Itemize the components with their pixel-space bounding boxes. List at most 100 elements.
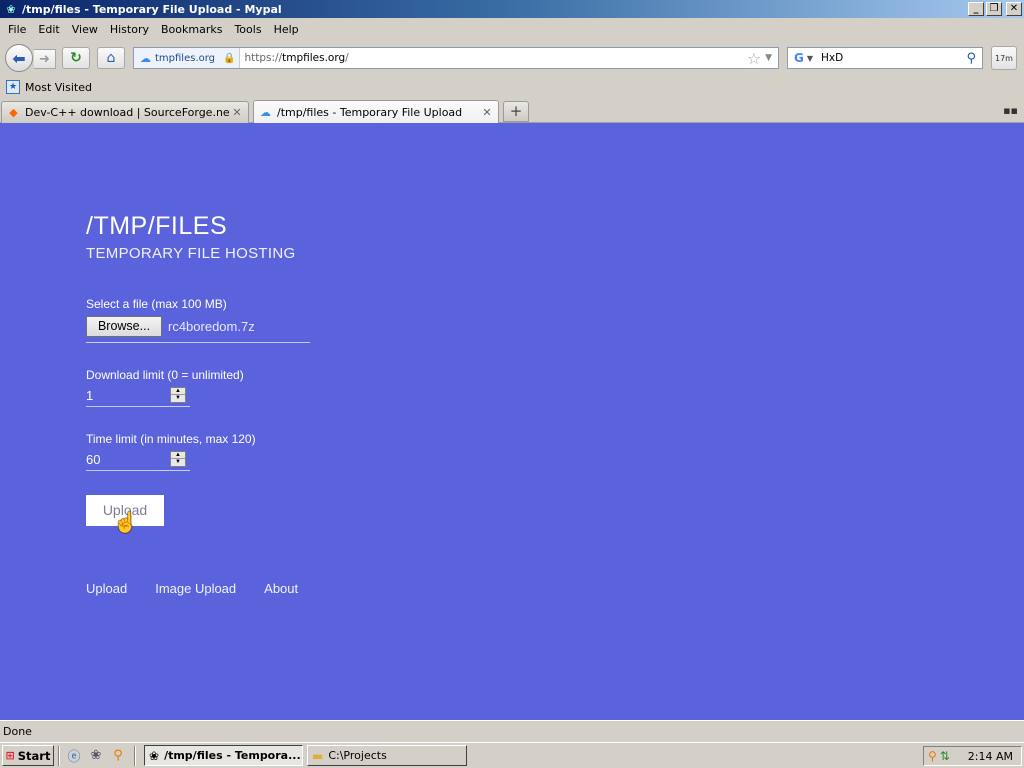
menu-view[interactable]: View xyxy=(66,23,104,36)
search-bar[interactable]: G ▼ HxD ⚲ xyxy=(787,47,983,69)
window-titlebar: ❀ /tmp/files - Temporary File Upload - M… xyxy=(0,0,1024,18)
footer-link-about[interactable]: About xyxy=(264,581,298,596)
folder-icon: ▬ xyxy=(312,748,324,763)
forward-button[interactable]: ➜ xyxy=(34,49,56,69)
reload-icon: ↻ xyxy=(70,50,82,66)
url-scheme: https:// xyxy=(244,52,283,64)
minimize-button[interactable]: _ xyxy=(968,2,984,16)
window-controls: _ ❐ ✕ xyxy=(968,2,1022,16)
page-content: /TMP/FILES TEMPORARY FILE HOSTING Select… xyxy=(0,123,1024,720)
hand-cursor-icon: ☝ xyxy=(113,512,138,534)
menu-help[interactable]: Help xyxy=(268,23,305,36)
browse-button[interactable]: Browse... xyxy=(86,316,162,337)
close-button[interactable]: ✕ xyxy=(1006,2,1022,16)
url-path: / xyxy=(345,52,349,64)
mypal-task-icon: ❀ xyxy=(149,748,160,763)
site-identity-button[interactable]: ☁ tmpfiles.org 🔒 xyxy=(134,48,241,68)
tab-list-icon[interactable]: ▪▪ xyxy=(1003,104,1018,117)
magnifier-quicklaunch-icon[interactable]: ⚲ xyxy=(108,746,128,766)
back-button[interactable]: ⬅ xyxy=(5,44,33,72)
download-limit-input[interactable]: 1 ▲ ▼ xyxy=(86,385,190,407)
tab-strip: ◆ Dev-C++ download | SourceForge.net ✕ ☁… xyxy=(0,99,1024,123)
bookmarks-toolbar: ★ Most Visited xyxy=(0,77,1024,97)
plus-icon: + xyxy=(509,102,523,120)
footer-link-upload[interactable]: Upload xyxy=(86,581,127,596)
mypal-app-icon: ❀ xyxy=(6,2,16,16)
navigation-toolbar: ➜ ⬅ ↻ ⌂ ☁ tmpfiles.org 🔒 https://tmpfile… xyxy=(0,40,1024,76)
file-label: Select a file (max 100 MB) xyxy=(86,297,227,311)
menu-edit[interactable]: Edit xyxy=(32,23,65,36)
start-label: Start xyxy=(17,748,51,763)
tab-close-icon[interactable]: ✕ xyxy=(230,106,244,119)
most-visited-icon: ★ xyxy=(6,80,20,94)
extension-label: 17m xyxy=(995,53,1013,63)
url-text[interactable]: https://tmpfiles.org/ xyxy=(240,52,746,64)
download-limit-label: Download limit (0 = unlimited) xyxy=(86,368,244,382)
cloud-icon: ☁ xyxy=(140,51,151,65)
windows-logo-icon: ⊞ xyxy=(5,749,15,762)
taskbar-item-mypal[interactable]: ❀ /tmp/files - Tempora... xyxy=(144,745,303,766)
time-limit-value: 60 xyxy=(86,452,101,467)
sourceforge-icon: ◆ xyxy=(9,106,18,119)
time-limit-input[interactable]: 60 ▲ ▼ xyxy=(86,449,190,471)
forward-arrow-icon: ➜ xyxy=(39,51,50,67)
time-limit-spinner[interactable]: ▲ ▼ xyxy=(170,451,186,467)
search-icon[interactable]: ⚲ xyxy=(966,51,976,66)
extension-button[interactable]: 17m xyxy=(991,46,1017,70)
cloud-icon: ☁ xyxy=(260,105,271,119)
menu-bookmarks[interactable]: Bookmarks xyxy=(155,23,228,36)
system-tray: ⚲ ⇅ 2:14 AM xyxy=(923,746,1022,766)
identity-label: tmpfiles.org xyxy=(155,52,216,64)
task-label: C:\Projects xyxy=(328,749,387,762)
download-limit-value: 1 xyxy=(86,388,94,403)
start-button[interactable]: ⊞ Start xyxy=(2,745,54,766)
tab-sourceforge[interactable]: ◆ Dev-C++ download | SourceForge.net ✕ xyxy=(1,101,249,123)
tab-label: /tmp/files - Temporary File Upload xyxy=(277,105,463,119)
engine-dropdown-icon[interactable]: ▼ xyxy=(807,54,813,63)
status-text: Done xyxy=(3,725,32,738)
window-title: /tmp/files - Temporary File Upload - Myp… xyxy=(22,2,282,16)
download-limit-spinner[interactable]: ▲ ▼ xyxy=(170,387,186,403)
task-label: /tmp/files - Tempora... xyxy=(164,749,301,762)
taskbar-item-projects[interactable]: ▬ C:\Projects xyxy=(307,745,467,766)
tab-close-icon[interactable]: ✕ xyxy=(480,106,494,119)
menu-bar: File Edit View History Bookmarks Tools H… xyxy=(0,18,1024,40)
spin-up-icon[interactable]: ▲ xyxy=(171,388,185,395)
tab-tmpfiles[interactable]: ☁ /tmp/files - Temporary File Upload ✕ xyxy=(253,100,499,123)
new-tab-button[interactable]: + xyxy=(503,101,529,122)
magnifier-tray-icon[interactable]: ⚲ xyxy=(928,749,937,763)
lock-icon: 🔒 xyxy=(223,52,236,64)
home-icon: ⌂ xyxy=(106,50,116,66)
back-arrow-icon: ⬅ xyxy=(12,48,26,68)
url-bar[interactable]: ☁ tmpfiles.org 🔒 https://tmpfiles.org/ ☆… xyxy=(133,47,779,69)
network-tray-icon[interactable]: ⇅ xyxy=(940,749,950,763)
footer-nav: Upload Image Upload About xyxy=(86,581,298,596)
spin-down-icon[interactable]: ▼ xyxy=(171,395,185,402)
menu-history[interactable]: History xyxy=(104,23,155,36)
spin-down-icon[interactable]: ▼ xyxy=(171,459,185,466)
spin-up-icon[interactable]: ▲ xyxy=(171,452,185,459)
bookmark-most-visited[interactable]: Most Visited xyxy=(25,81,92,94)
google-engine-icon[interactable]: G xyxy=(794,51,804,65)
reload-button[interactable]: ↻ xyxy=(62,47,90,69)
clock[interactable]: 2:14 AM xyxy=(968,750,1013,763)
menu-file[interactable]: File xyxy=(2,23,32,36)
status-bar: Done xyxy=(0,720,1024,742)
footer-link-image-upload[interactable]: Image Upload xyxy=(155,581,236,596)
search-input[interactable]: HxD xyxy=(821,52,966,64)
quicklaunch-separator xyxy=(58,745,60,766)
quicklaunch-separator xyxy=(134,745,136,766)
raccoon-quicklaunch-icon[interactable]: ❀ xyxy=(86,746,106,766)
url-dropdown-icon[interactable]: ▼ xyxy=(765,53,772,63)
page-subtitle: TEMPORARY FILE HOSTING xyxy=(86,245,296,262)
menu-tools[interactable]: Tools xyxy=(228,23,267,36)
tab-label: Dev-C++ download | SourceForge.net xyxy=(25,106,230,119)
taskbar: ⊞ Start ⓔ ❀ ⚲ ❀ /tmp/files - Tempora... … xyxy=(0,742,1024,768)
url-domain: tmpfiles.org xyxy=(282,52,346,64)
bookmark-star-icon[interactable]: ☆ xyxy=(747,49,761,68)
home-button[interactable]: ⌂ xyxy=(97,47,125,69)
page-title: /TMP/FILES xyxy=(86,212,228,240)
restore-button[interactable]: ❐ xyxy=(986,2,1002,16)
selected-file-name: rc4boredom.7z xyxy=(168,319,255,334)
browser-quicklaunch-icon[interactable]: ⓔ xyxy=(64,746,84,766)
